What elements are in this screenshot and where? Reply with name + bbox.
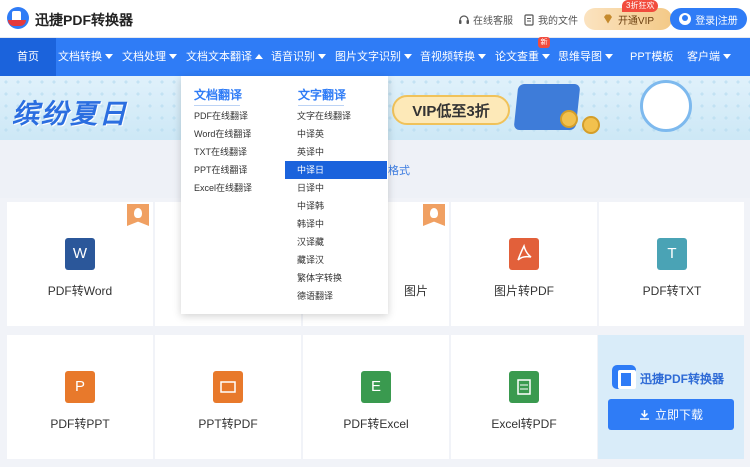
menu-item-text-translate[interactable]: 文字在线翻译 (297, 107, 351, 125)
nav-item-ocr[interactable]: 图片文字识别 (335, 38, 412, 76)
divider (298, 105, 344, 106)
excel-file-icon: E (361, 371, 391, 403)
user-icon (679, 13, 692, 25)
my-files-label: 我的文件 (538, 16, 578, 27)
ppt-pdf-icon (213, 371, 243, 403)
hot-flame-icon (423, 204, 445, 226)
new-badge: 新 (538, 37, 550, 48)
tool-card-label: 图片转PDF (493, 284, 554, 298)
menu-item-en-zh[interactable]: 英译中 (297, 143, 324, 161)
tool-card-excel-to-pdf[interactable]: Excel转PDF (451, 335, 597, 459)
txt-file-icon: T (657, 238, 687, 270)
download-card-title: 迅捷PDF转换器 (640, 372, 725, 386)
text-translate-title: 文字翻译 (298, 88, 347, 102)
chevron-down-icon (318, 54, 326, 59)
menu-item-zh-tibetan[interactable]: 汉译藏 (297, 233, 324, 251)
top-header: 迅捷PDF转换器 在线客服 我的文件 开通VIP 3折狂欢 登录|注册 (0, 0, 750, 38)
menu-item-ko-zh[interactable]: 韩译中 (297, 215, 324, 233)
nav-item-media[interactable]: 音视频转换 (420, 38, 486, 76)
excel-pdf-icon (509, 371, 539, 403)
chevron-down-icon (605, 54, 613, 59)
download-card: 迅捷PDF转换器 立即下载 (598, 335, 744, 459)
banner-vip-pill: VIP低至3折 (392, 95, 510, 125)
nav-item-home[interactable]: 首页 (0, 38, 56, 76)
menu-item-zh-ko[interactable]: 中译韩 (297, 197, 324, 215)
chevron-up-icon (255, 54, 263, 59)
translate-dropdown-menu: 文档翻译 PDF在线翻译 Word在线翻译 TXT在线翻译 PPT在线翻译 Ex… (181, 76, 388, 314)
headset-icon (459, 14, 469, 24)
tool-card-pdf-to-excel[interactable]: E PDF转Excel (303, 335, 449, 459)
login-label: 登录|注册 (695, 15, 738, 27)
login-button[interactable]: 登录|注册 (670, 8, 747, 30)
tool-card-pdf-to-txt[interactable]: T PDF转TXT (599, 202, 744, 326)
tool-card-pdf-to-ppt[interactable]: P PDF转PPT (7, 335, 153, 459)
menu-item-zh-ja[interactable]: 中译日 (285, 161, 387, 179)
coin-icon (560, 110, 578, 128)
tool-card-label: Excel转PDF (491, 417, 557, 431)
nav-item-translate[interactable]: 文档文本翻译 (186, 38, 263, 76)
download-icon (639, 410, 649, 420)
diamond-icon (603, 14, 612, 24)
menu-item-ja-zh[interactable]: 日译中 (297, 179, 324, 197)
menu-item-tibetan-zh[interactable]: 藏译汉 (297, 251, 324, 269)
menu-item-word-translate[interactable]: Word在线翻译 (194, 125, 251, 143)
chevron-down-icon (478, 54, 486, 59)
my-files-link[interactable]: 我的文件 (523, 12, 578, 27)
coin-icon (582, 116, 600, 134)
tool-card-label: PDF转Excel (343, 417, 409, 431)
nav-item-doc-process[interactable]: 文档处理 (122, 38, 177, 76)
tool-card-label: PDF转PPT (50, 417, 110, 431)
divider (194, 105, 240, 106)
nav-item-ppt-template[interactable]: PPT模板 (630, 38, 673, 76)
format-strip-text: 格式 (388, 165, 410, 177)
main-nav: 首页 文档转换 文档处理 文档文本翻译 语音识别 图片文字识别 音视频转换 论文… (0, 38, 750, 76)
online-service-link[interactable]: 在线客服 (458, 12, 513, 27)
chevron-down-icon (404, 54, 412, 59)
menu-item-excel-translate[interactable]: Excel在线翻译 (194, 179, 252, 197)
tool-card-label: PPT转PDF (198, 417, 258, 431)
menu-item-zh-en[interactable]: 中译英 (297, 125, 324, 143)
chevron-down-icon (723, 54, 731, 59)
tool-card-pdf-to-word[interactable]: W PDF转Word (7, 202, 153, 326)
chevron-down-icon (105, 54, 113, 59)
app-logo-icon[interactable] (7, 7, 29, 29)
menu-item-traditional-convert[interactable]: 繁体字转换 (297, 269, 342, 287)
vip-promo-badge: 3折狂欢 (622, 0, 659, 12)
vip-button-label: 开通VIP (617, 15, 655, 27)
mascot-icon (640, 80, 692, 132)
ppt-file-icon: P (65, 371, 95, 403)
word-file-icon: W (65, 238, 95, 270)
online-service-label: 在线客服 (473, 16, 513, 27)
app-name[interactable]: 迅捷PDF转换器 (35, 10, 133, 30)
download-button[interactable]: 立即下载 (608, 399, 734, 430)
menu-item-txt-translate[interactable]: TXT在线翻译 (194, 143, 247, 161)
nav-item-doc-convert[interactable]: 文档转换 (58, 38, 113, 76)
download-button-label: 立即下载 (654, 408, 703, 422)
tool-card-label: PDF转TXT (642, 284, 702, 298)
nav-item-client[interactable]: 客户端 (687, 38, 731, 76)
hot-flame-icon (127, 204, 149, 226)
pdf-file-icon (509, 238, 539, 270)
menu-item-german-translate[interactable]: 德语翻译 (297, 287, 333, 305)
tool-card-ppt-to-pdf[interactable]: PPT转PDF (155, 335, 301, 459)
tool-card-image-to-pdf[interactable]: 图片转PDF (451, 202, 597, 326)
menu-item-ppt-translate[interactable]: PPT在线翻译 (194, 161, 248, 179)
nav-item-speech[interactable]: 语音识别 (271, 38, 326, 76)
chevron-down-icon (169, 54, 177, 59)
banner-title: 缤纷夏日 (12, 99, 128, 129)
chevron-down-icon (542, 54, 550, 59)
file-icon (524, 13, 534, 26)
doc-translate-title: 文档翻译 (194, 88, 243, 102)
app-logo-icon (612, 365, 636, 389)
tool-card-label: PDF转Word (47, 284, 113, 298)
menu-item-pdf-translate[interactable]: PDF在线翻译 (194, 107, 248, 125)
nav-item-mindmap[interactable]: 思维导图 (558, 38, 613, 76)
